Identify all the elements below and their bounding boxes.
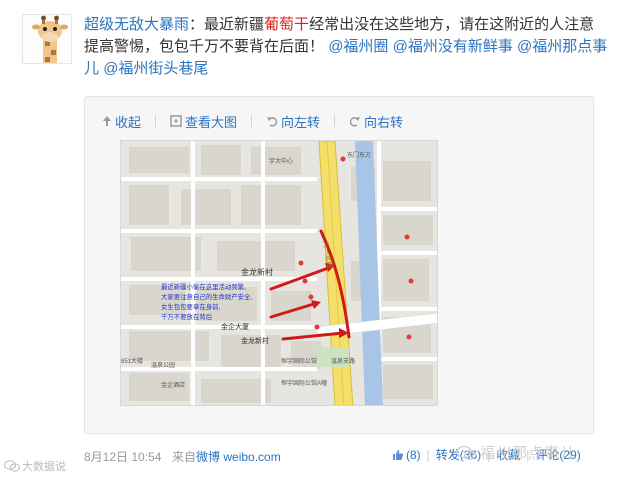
like-count: (8) bbox=[406, 447, 421, 462]
map-drawing: 宇大中心 金龙新村 金企大厦 金龙新村 恒宇国际公馆 恒宇国际公馆A幢 851大… bbox=[121, 141, 437, 405]
watermark-left-text: 大数据说 bbox=[22, 461, 66, 473]
rotate-left-icon bbox=[267, 117, 278, 127]
mention-no-news[interactable]: 没有新鲜事 bbox=[438, 38, 513, 55]
post-text-part-1: 最近新疆 bbox=[204, 16, 265, 33]
watermark-right: 福州那点事儿 bbox=[456, 442, 576, 463]
post-text: 超级无敌大暴雨：最近新疆葡萄干经常出没在这些地方，请在这附近的人注意提高警惕，包… bbox=[84, 14, 608, 80]
map-label-dongjia: 东门东方 bbox=[347, 151, 371, 159]
post-time-link[interactable]: 8月12日 10:54 bbox=[84, 448, 161, 465]
map-label-jinqi-hotel: 金企酒店 bbox=[161, 381, 185, 389]
toolbar-divider bbox=[334, 115, 336, 127]
rotate-left-label: 向左转 bbox=[281, 114, 321, 130]
mention-fuzhou[interactable]: @福州 bbox=[393, 38, 438, 55]
like-button[interactable]: (8) bbox=[392, 448, 421, 462]
image-toolbar: 收起 查看大图 向左转 向右转 bbox=[102, 112, 417, 130]
wechat-icon bbox=[456, 445, 476, 460]
avatar[interactable] bbox=[22, 14, 72, 64]
map-note-line-3: 女生包包要拿在身前, bbox=[161, 302, 221, 311]
map-label-wenquan: 温泉公园 bbox=[151, 361, 175, 369]
watermark-left: 大数据说 bbox=[4, 458, 66, 474]
map-label-jinlong: 金龙新村 bbox=[241, 267, 273, 277]
rotate-right-button[interactable]: 向右转 bbox=[349, 112, 403, 131]
author-name-link[interactable]: 超级无敌大暴雨 bbox=[84, 16, 189, 33]
view-large-label: 查看大图 bbox=[185, 114, 238, 130]
thumbs-up-icon bbox=[393, 449, 404, 460]
map-label-jinlong-2: 金龙新村 bbox=[241, 336, 269, 345]
map-note-line-1: 最近新疆小偷在这里活动频繁, bbox=[161, 282, 246, 291]
arrow-up-icon bbox=[103, 116, 111, 126]
map-label-851: 851大楼 bbox=[121, 357, 143, 365]
map-note-line-4: 千万不要放在背后 bbox=[161, 312, 213, 321]
rotate-right-icon bbox=[349, 117, 361, 127]
mention-fuzhou-streets[interactable]: @福州街头巷尾 bbox=[103, 60, 208, 77]
giraffe-avatar-icon bbox=[23, 15, 71, 63]
post-source: 来自微博 weibo.com bbox=[172, 448, 281, 465]
source-prefix: 来自 bbox=[172, 450, 197, 464]
toolbar-divider bbox=[251, 115, 253, 127]
rotate-left-button[interactable]: 向左转 bbox=[266, 112, 320, 131]
map-note-line-2: 大家要注意自己的生命财产安全, bbox=[161, 292, 252, 301]
mention-fuzhou-circle[interactable]: @福州圈 bbox=[328, 38, 388, 55]
highlight-keyword: 葡萄干 bbox=[264, 16, 310, 33]
action-divider: | bbox=[426, 447, 430, 462]
collapse-label: 收起 bbox=[115, 114, 142, 130]
map-image[interactable]: 宇大中心 金龙新村 金企大厦 金龙新村 恒宇国际公馆 恒宇国际公馆A幢 851大… bbox=[120, 140, 438, 406]
rotate-right-label: 向右转 bbox=[364, 114, 404, 130]
author-colon: ： bbox=[189, 16, 205, 33]
watermark-right-text: 福州那点事儿 bbox=[480, 445, 577, 462]
toolbar-divider bbox=[155, 115, 157, 127]
zoom-icon bbox=[170, 115, 182, 127]
map-label-wendong: 温泉支路 bbox=[331, 357, 355, 365]
map-label-hengyu-2: 恒宇国际公馆A幢 bbox=[281, 379, 327, 387]
view-large-button[interactable]: 查看大图 bbox=[170, 112, 237, 131]
map-label-yuda: 宇大中心 bbox=[269, 157, 293, 165]
collapse-button[interactable]: 收起 bbox=[102, 112, 141, 131]
map-label-hengyu: 恒宇国际公馆 bbox=[281, 357, 317, 365]
map-label-jinqi: 金企大厦 bbox=[221, 322, 249, 331]
wechat-icon bbox=[4, 460, 20, 472]
source-link[interactable]: 微博 weibo.com bbox=[196, 450, 281, 464]
